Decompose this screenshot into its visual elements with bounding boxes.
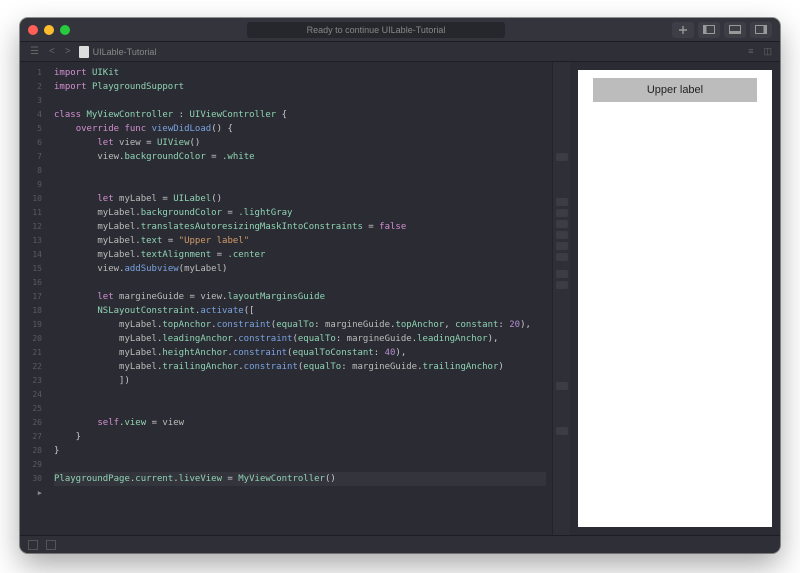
split-editor-icon[interactable]: ◫ [763,46,772,57]
minimize-icon[interactable] [44,25,54,35]
file-icon [79,46,89,58]
sidebar-toggle-icon[interactable]: ☰ [28,46,41,57]
result-indicator[interactable] [556,382,568,390]
forward-icon[interactable]: > [63,46,73,57]
panel-left-icon[interactable] [698,22,720,38]
simulated-view: Upper label [578,70,772,527]
live-preview-panel: Upper label [570,62,780,535]
debug-panel-icon[interactable] [28,540,38,550]
standard-editor-icon[interactable]: ≡ [748,46,753,57]
status-pill[interactable]: Ready to continue UILable-Tutorial [247,22,506,38]
back-icon[interactable]: < [47,46,57,57]
result-indicator[interactable] [556,270,568,278]
close-icon[interactable] [28,25,38,35]
result-indicator[interactable] [556,281,568,289]
add-button[interactable] [672,22,694,38]
result-indicator[interactable] [556,231,568,239]
result-indicator[interactable] [556,153,568,161]
traffic-lights [28,25,70,35]
result-indicator[interactable] [556,253,568,261]
result-indicator[interactable] [556,220,568,228]
panel-bottom-icon[interactable] [724,22,746,38]
console-panel-icon[interactable] [46,540,56,550]
breadcrumb[interactable]: UILable-Tutorial [79,46,157,58]
toolbar-right [672,22,772,38]
code-editor[interactable]: 1234567891011121314151617181920212223242… [20,62,570,535]
jump-bar[interactable]: ☰ < > UILable-Tutorial ≡ ◫ [20,42,780,62]
result-rail [552,62,570,535]
result-indicator[interactable] [556,209,568,217]
xcode-window: Ready to continue UILable-Tutorial ☰ < >… [20,18,780,553]
editor-mode-buttons: ≡ ◫ [748,46,772,57]
line-gutter: 1234567891011121314151617181920212223242… [20,62,48,535]
result-indicator[interactable] [556,427,568,435]
bottom-bar [20,535,780,553]
panel-right-icon[interactable] [750,22,772,38]
upper-label: Upper label [593,78,757,102]
main-area: 1234567891011121314151617181920212223242… [20,62,780,535]
result-indicator[interactable] [556,198,568,206]
filename-label: UILable-Tutorial [93,47,157,57]
result-indicator[interactable] [556,242,568,250]
titlebar: Ready to continue UILable-Tutorial [20,18,780,42]
zoom-icon[interactable] [60,25,70,35]
title-center: Ready to continue UILable-Tutorial [80,22,672,38]
code-area[interactable]: import UIKit import PlaygroundSupport cl… [48,62,552,535]
